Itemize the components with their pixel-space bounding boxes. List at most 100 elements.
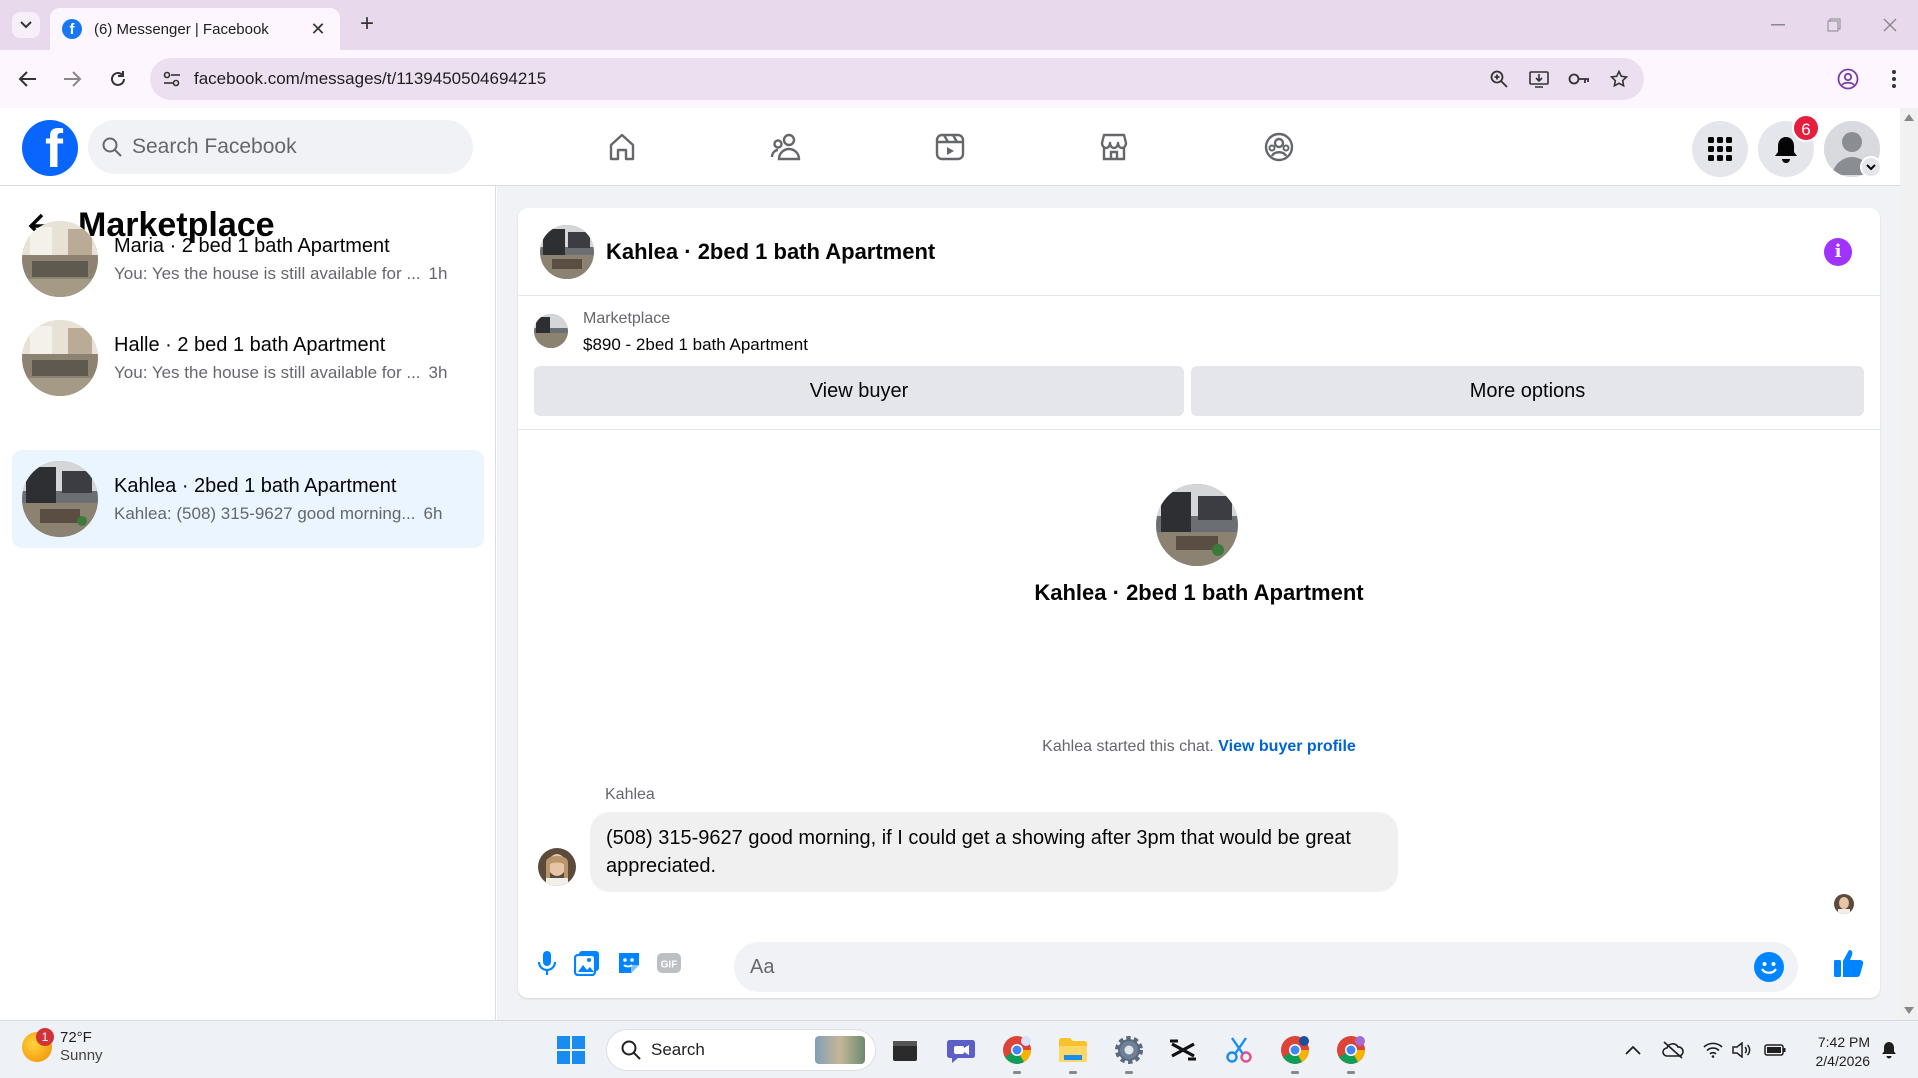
chat-video-icon (947, 1040, 975, 1063)
battery-icon[interactable] (1762, 1037, 1788, 1063)
facebook-top-bar: f Search Facebook (0, 108, 1900, 186)
taskbar-app-chrome-1[interactable] (1000, 1033, 1034, 1067)
close-icon (1883, 18, 1897, 32)
password-key-icon[interactable] (1566, 67, 1592, 91)
search-icon (102, 137, 122, 157)
weather-widget[interactable]: 1 72°F Sunny (22, 1028, 103, 1065)
home-icon (609, 133, 635, 161)
marketplace-label: Marketplace (583, 310, 671, 327)
sticker-button[interactable] (614, 948, 644, 978)
photo-icon (574, 951, 599, 976)
taskbar-search-box[interactable]: Search (606, 1029, 876, 1071)
conversation-name: Maria · 2 bed 1 bath Apartment (114, 234, 390, 257)
chrome-profile-button[interactable] (1834, 65, 1862, 93)
message-input[interactable]: Aa (734, 942, 1798, 992)
nav-home[interactable] (597, 124, 647, 170)
chat-started-notice: Kahlea started this chat. View buyer pro… (518, 738, 1880, 756)
scissors-icon (1226, 1037, 1252, 1063)
attach-photo-button[interactable] (572, 948, 602, 978)
listing-title[interactable]: $890 - 2bed 1 bath Apartment (583, 335, 808, 355)
onedrive-status-icon[interactable] (1660, 1037, 1686, 1063)
nav-friends[interactable] (761, 124, 811, 170)
taskbar-app-snipping-tool[interactable] (1222, 1033, 1256, 1067)
site-info-icon[interactable] (150, 58, 194, 100)
restore-button[interactable] (1814, 10, 1854, 40)
minimize-button[interactable] (1758, 10, 1798, 40)
close-window-button[interactable] (1870, 10, 1910, 40)
volume-icon[interactable] (1728, 1037, 1754, 1063)
tab-search-dropdown-button[interactable] (12, 12, 40, 38)
taskbar-app-chrome-3[interactable] (1334, 1033, 1368, 1067)
facebook-logo[interactable]: f (22, 120, 78, 176)
bookmark-star-icon[interactable] (1606, 67, 1632, 91)
seen-indicator-avatar (1834, 894, 1854, 914)
kebab-menu-icon (1892, 70, 1896, 88)
taskbar-app-file-explorer[interactable] (1056, 1033, 1090, 1067)
running-indicator (1291, 1071, 1299, 1074)
view-buyer-profile-link[interactable]: View buyer profile (1218, 738, 1356, 755)
menu-button[interactable] (1692, 121, 1748, 177)
capcut-icon (1170, 1039, 1196, 1061)
arrow-left-icon (18, 71, 36, 87)
wifi-icon[interactable] (1700, 1037, 1726, 1063)
view-buyer-button[interactable]: View buyer (534, 366, 1184, 416)
more-options-button[interactable]: More options (1191, 366, 1864, 416)
forward-button[interactable] (58, 65, 86, 93)
send-like-button[interactable] (1832, 946, 1866, 980)
system-clock[interactable]: 7:42 PM 2/4/2026 (1800, 1033, 1871, 1071)
chat-title[interactable]: Kahlea · 2bed 1 bath Apartment (606, 239, 935, 265)
new-tab-button[interactable]: + (354, 12, 380, 38)
video-icon (935, 133, 965, 161)
conversation-item-kahlea[interactable]: Kahlea · 2bed 1 bath Apartment Kahlea: (… (12, 450, 484, 548)
scroll-up-arrow-icon[interactable] (1904, 114, 1914, 121)
show-hidden-icons-button[interactable] (1620, 1037, 1646, 1063)
zoom-icon[interactable] (1486, 67, 1512, 91)
account-dropdown-button[interactable] (1860, 156, 1882, 178)
message-input-placeholder: Aa (750, 955, 775, 978)
browser-tab-bar: f (6) Messenger | Facebook ✕ + (0, 0, 1918, 50)
svg-text:GIF: GIF (661, 960, 678, 971)
taskbar-app-settings[interactable] (1112, 1033, 1146, 1067)
marketplace-icon (1100, 133, 1128, 161)
taskbar-app-file-explorer-dark[interactable] (888, 1033, 922, 1067)
tab-close-icon[interactable]: ✕ (308, 19, 328, 40)
gif-button[interactable]: GIF (654, 948, 684, 978)
chrome-menu-button[interactable] (1880, 65, 1908, 93)
scroll-down-arrow-icon[interactable] (1904, 1007, 1914, 1014)
taskbar-app-capcut[interactable] (1166, 1033, 1200, 1067)
notification-center-icon[interactable] (1876, 1037, 1902, 1063)
clock-date: 2/4/2026 (1815, 1053, 1871, 1069)
sender-avatar[interactable] (538, 848, 576, 886)
nav-video[interactable] (925, 124, 975, 170)
emoji-picker-icon[interactable] (1754, 952, 1784, 982)
back-button[interactable] (14, 65, 42, 93)
gear-icon (1115, 1036, 1143, 1064)
reload-button[interactable] (104, 65, 132, 93)
conversation-item-halle[interactable]: Halle · 2 bed 1 bath Apartment You: Yes … (12, 309, 484, 407)
address-bar[interactable]: facebook.com/messages/t/1139450504694215 (150, 58, 1644, 100)
conversation-item-maria[interactable]: Maria · 2 bed 1 bath Apartment You: Yes … (12, 210, 484, 308)
notification-count-badge: 6 (1792, 114, 1820, 142)
nav-marketplace[interactable] (1089, 124, 1139, 170)
page-scrollbar[interactable] (1900, 108, 1918, 1020)
taskbar-app-teams[interactable] (944, 1033, 978, 1067)
conversation-time: 3h (428, 362, 448, 382)
taskbar-app-chrome-2[interactable] (1278, 1033, 1312, 1067)
listing-thumbnail[interactable] (534, 314, 568, 348)
marketplace-conversation-list: Marketplace Maria · 2 bed 1 bath Apartme… (0, 186, 496, 1020)
install-app-icon[interactable] (1526, 67, 1552, 91)
nav-gaming[interactable] (1254, 124, 1304, 170)
browser-tab-active[interactable]: f (6) Messenger | Facebook ✕ (50, 8, 340, 50)
thumbs-up-icon (1834, 950, 1864, 977)
chat-window: Kahlea · 2bed 1 bath Apartment i Marketp… (518, 208, 1880, 998)
voice-clip-button[interactable] (532, 948, 562, 978)
facebook-search-input[interactable]: Search Facebook (88, 120, 473, 174)
conversation-info-icon[interactable]: i (1824, 238, 1852, 266)
start-button[interactable] (554, 1033, 588, 1067)
chrome-icon (1003, 1036, 1031, 1064)
chat-avatar[interactable] (540, 224, 594, 279)
chrome-icon (1337, 1036, 1365, 1064)
folder-icon (1059, 1038, 1087, 1062)
listing-thumbnail (22, 320, 98, 396)
message-bubble[interactable]: (508) 315-9627 good morning, if I could … (590, 812, 1398, 892)
